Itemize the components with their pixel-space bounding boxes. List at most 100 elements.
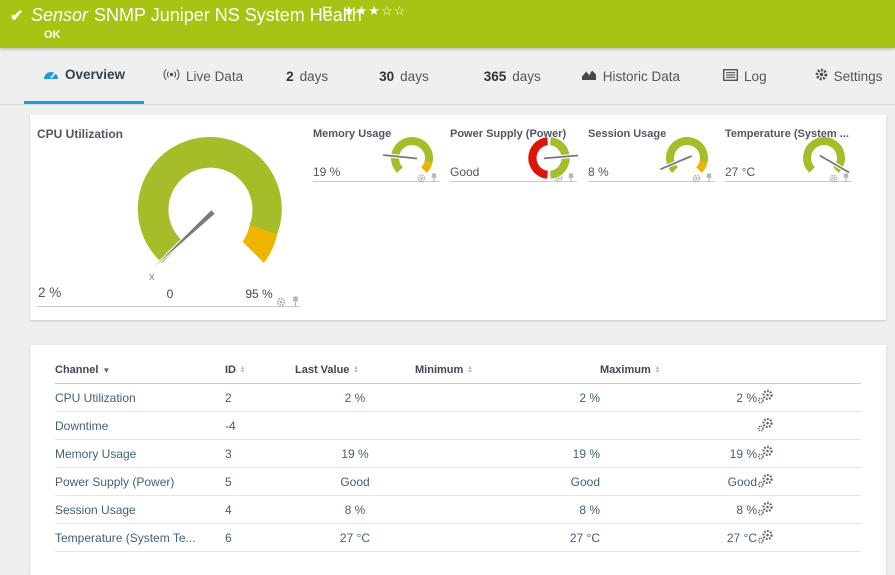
table-row: Memory Usage 3 19 % 19 % 19 % <box>55 440 861 468</box>
gauge-memory-usage[interactable]: Memory Usage 19 % <box>313 128 440 182</box>
column-header-last-value[interactable]: Last Value▲▼ <box>295 357 415 384</box>
tab-live-data[interactable]: Live Data <box>163 48 243 104</box>
tab-label: Historic Data <box>603 69 680 84</box>
tab-settings[interactable]: Settings <box>815 48 883 104</box>
sensor-header: ✔ Sensor SNMP Juniper NS System Health ★★… <box>0 0 895 48</box>
flag-icon[interactable] <box>323 6 332 24</box>
sort-icon[interactable]: ▲▼ <box>467 366 472 375</box>
table-row: Session Usage 4 8 % 8 % 8 % <box>55 496 861 524</box>
tab-label: days <box>300 69 329 84</box>
sort-desc-icon[interactable]: ▼ <box>102 366 110 375</box>
channel-name[interactable]: Downtime <box>55 412 225 440</box>
status-ok-check-icon: ✔ <box>10 6 23 26</box>
pin-icon[interactable] <box>430 170 438 188</box>
tab-label: Settings <box>834 69 883 84</box>
pin-icon[interactable] <box>842 170 850 188</box>
gauge-cpu-utilization[interactable]: CPU Utilization x 0 95 % 2 % <box>30 115 310 320</box>
tab-label: Log <box>744 69 767 84</box>
last-value: 19 % <box>295 440 415 468</box>
maximum-value: 2 % <box>600 384 757 412</box>
last-value: 27 °C <box>295 524 415 552</box>
gauge-session-usage[interactable]: Session Usage 8 % <box>588 128 715 182</box>
channel-id: 6 <box>225 524 295 552</box>
pin-icon[interactable] <box>291 294 300 312</box>
gauge-max-label: 95 % <box>245 287 273 301</box>
sensor-kind-label: Sensor <box>31 5 88 25</box>
gear-icon <box>815 68 828 84</box>
channel-name[interactable]: CPU Utilization <box>55 384 225 412</box>
maximum-value: Good <box>600 468 757 496</box>
minimum-value: Good <box>415 468 600 496</box>
channel-id: 4 <box>225 496 295 524</box>
gauge-settings-icon[interactable] <box>276 294 286 312</box>
tab-log[interactable]: Log <box>723 48 767 104</box>
channel-name[interactable]: Session Usage <box>55 496 225 524</box>
priority-stars[interactable]: ★★★☆☆ <box>343 3 406 19</box>
tab-label: Live Data <box>186 69 243 84</box>
tab-2-days[interactable]: 2 days <box>286 48 328 104</box>
status-badge: OK <box>44 29 61 41</box>
tab-label: Overview <box>65 67 125 82</box>
tab-number: 30 <box>379 69 394 84</box>
table-header-row: Channel▼ ID▲▼ Last Value▲▼ Minimum▲▼ Max… <box>55 357 861 384</box>
gauge-value: Good <box>450 165 479 179</box>
maximum-value: 27 °C <box>600 524 757 552</box>
tab-label: days <box>400 69 429 84</box>
column-header-channel[interactable]: Channel▼ <box>55 357 225 384</box>
column-header-minimum[interactable]: Minimum▲▼ <box>415 357 600 384</box>
channel-settings-icon[interactable] <box>757 393 774 407</box>
tab-overview[interactable]: Overview <box>24 48 144 104</box>
channel-name[interactable]: Memory Usage <box>55 440 225 468</box>
last-value <box>295 412 415 440</box>
sort-icon[interactable]: ▲▼ <box>353 366 358 375</box>
channel-settings-icon[interactable] <box>757 449 774 463</box>
minimum-value: 2 % <box>415 384 600 412</box>
gauge-value: 19 % <box>313 165 340 179</box>
tab-30-days[interactable]: 30 days <box>379 48 429 104</box>
channel-id: 2 <box>225 384 295 412</box>
tab-historic-data[interactable]: Historic Data <box>581 48 680 104</box>
gauge-settings-icon[interactable] <box>554 170 563 188</box>
channel-name[interactable]: Temperature (System Te... <box>55 524 225 552</box>
page-title: Sensor SNMP Juniper NS System Health <box>31 5 362 26</box>
cpu-gauge-dial[interactable]: x 0 95 % <box>113 117 313 307</box>
column-header-id[interactable]: ID▲▼ <box>225 357 295 384</box>
channel-id: -4 <box>225 412 295 440</box>
gauge-value: 2 % <box>38 285 61 300</box>
tab-number: 2 <box>286 69 294 84</box>
gauge-power-supply[interactable]: Power Supply (Power) Good <box>450 128 577 182</box>
gauge-settings-icon[interactable] <box>417 170 426 188</box>
minimum-value: 19 % <box>415 440 600 468</box>
column-header-maximum[interactable]: Maximum▲▼ <box>600 357 757 384</box>
channel-table: Channel▼ ID▲▼ Last Value▲▼ Minimum▲▼ Max… <box>55 357 861 552</box>
last-value: 8 % <box>295 496 415 524</box>
channel-table-panel: Channel▼ ID▲▼ Last Value▲▼ Minimum▲▼ Max… <box>30 345 886 575</box>
last-value: 2 % <box>295 384 415 412</box>
channel-settings-icon[interactable] <box>757 533 774 547</box>
tab-365-days[interactable]: 365 days <box>484 48 541 104</box>
sort-icon[interactable]: ▲▼ <box>655 366 660 375</box>
gauge-temperature[interactable]: Temperature (System ... 27 °C <box>725 128 852 182</box>
chart-icon <box>581 68 597 84</box>
maximum-value: 19 % <box>600 440 757 468</box>
gauge-value: 8 % <box>588 165 609 179</box>
gauge-settings-icon[interactable] <box>692 170 701 188</box>
sensor-title: SNMP Juniper NS System Health <box>94 5 362 25</box>
needle-marker: x <box>149 271 155 283</box>
maximum-value <box>600 412 757 440</box>
table-row: Power Supply (Power) 5 Good Good Good <box>55 468 861 496</box>
gauge-min-label: 0 <box>167 287 174 301</box>
last-value: Good <box>295 468 415 496</box>
channel-settings-icon[interactable] <box>757 505 774 519</box>
sort-icon[interactable]: ▲▼ <box>240 366 245 375</box>
pin-icon[interactable] <box>567 170 575 188</box>
minimum-value: 27 °C <box>415 524 600 552</box>
pin-icon[interactable] <box>705 170 713 188</box>
live-icon <box>163 68 180 84</box>
log-icon <box>723 69 738 84</box>
channel-settings-icon[interactable] <box>757 477 774 491</box>
tab-bar: Overview Live Data 2 days 30 days 365 da… <box>0 48 895 105</box>
gauge-settings-icon[interactable] <box>829 170 838 188</box>
channel-name[interactable]: Power Supply (Power) <box>55 468 225 496</box>
channel-settings-icon[interactable] <box>757 421 774 435</box>
